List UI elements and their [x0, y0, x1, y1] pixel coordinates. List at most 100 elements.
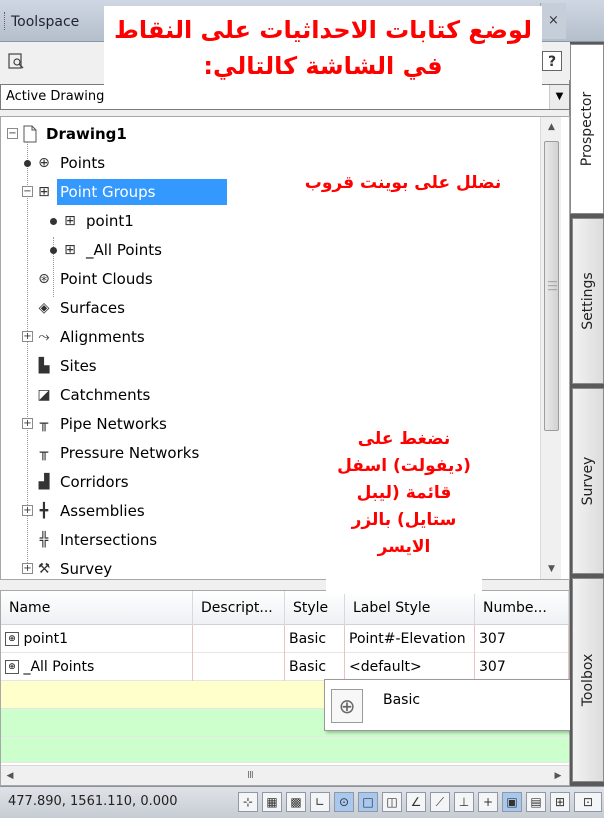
expand-icon[interactable]: +	[22, 505, 33, 516]
tree-item-label: Pipe Networks	[60, 415, 167, 433]
style-dropdown-list[interactable]: ⊕ Basic	[324, 679, 604, 731]
tree-item[interactable]: ▙ Sites	[1, 353, 531, 379]
chevron-down-icon[interactable]: ▼	[549, 85, 569, 109]
tree-item[interactable]: ◈ Surfaces	[1, 295, 531, 321]
tree-item-label: Corridors	[60, 473, 129, 491]
tab-toolbox[interactable]: Toolbox	[572, 578, 604, 782]
expand-icon[interactable]: +	[22, 563, 33, 574]
object-snap-tracking-icon[interactable]: ∠	[406, 792, 426, 812]
scroll-thumb[interactable]: ― ― ―	[544, 141, 559, 431]
dropdown-option-basic[interactable]: Basic	[383, 692, 420, 708]
grip-icon: ― ― ―	[548, 277, 557, 295]
annotation-monitor-icon[interactable]: ⊡	[574, 792, 602, 812]
drawing-icon	[21, 125, 39, 143]
bullet-icon	[24, 160, 31, 167]
tab-prospector[interactable]: Prospector	[570, 44, 604, 214]
side-tab-strip: Prospector Settings Survey Toolbox	[570, 42, 604, 786]
tree-item[interactable]: ◪ Catchments	[1, 382, 531, 408]
tree-item-label: Point Clouds	[60, 270, 153, 288]
scroll-right-icon[interactable]: ▶	[549, 766, 567, 785]
label-style-cell[interactable]: Point#-Elevation	[345, 625, 475, 653]
transparency-icon[interactable]: ▣	[502, 792, 522, 812]
catchments-icon: ◪	[37, 387, 51, 403]
coordinate-readout: 477.890, 1561.110, 0.000	[8, 794, 178, 809]
expand-icon[interactable]: +	[22, 418, 33, 429]
instruction-banner: لوضع كتابات الاحداثيات على النقاط في الش…	[104, 6, 542, 100]
instruction-line-2: في الشاشة كالتالي:	[203, 52, 443, 80]
tree-item-label: Surfaces	[60, 299, 125, 317]
tree-item-label: Sites	[60, 357, 97, 375]
tab-settings[interactable]: Settings	[572, 218, 604, 384]
grid-header: Name Descript... Style Label Style Numbe…	[1, 591, 569, 625]
tab-label: Toolbox	[580, 653, 596, 707]
tree-item[interactable]: ⊞ _All Points	[1, 237, 531, 263]
polar-tracking-icon[interactable]: ⊙	[334, 792, 354, 812]
description-cell	[193, 625, 285, 653]
scroll-up-icon[interactable]: ▲	[541, 117, 562, 137]
tree-item[interactable]: ⊞ point1	[1, 208, 531, 234]
style-icon: ⊕	[331, 689, 363, 723]
snap-mode-icon[interactable]: ▦	[262, 792, 282, 812]
grid-horizontal-scrollbar[interactable]: ◀ III ▶	[1, 765, 569, 785]
tree-item-label: Point Groups	[57, 179, 227, 205]
collapse-icon[interactable]: −	[22, 186, 33, 197]
tree-root-label: Drawing1	[46, 125, 127, 143]
point-group-icon: ⊕	[5, 660, 19, 674]
point-group-icon: ⊕	[5, 632, 19, 646]
collapse-icon[interactable]: −	[7, 128, 18, 139]
selection-cycling-icon[interactable]: ⊞	[550, 792, 570, 812]
close-button[interactable]: ×	[540, 3, 566, 39]
tree-root-drawing1[interactable]: − Drawing1	[1, 121, 531, 147]
instruction-label-style: نضغط على (ديفولت) اسفل قائمة (ليبل ستايل…	[326, 422, 482, 594]
scroll-down-icon[interactable]: ▼	[541, 559, 562, 579]
point-clouds-icon: ⊛	[38, 271, 50, 287]
instruction-select-point-groups: نضلل على بوينت قروب	[283, 166, 523, 200]
style-cell[interactable]: Basic	[285, 625, 345, 653]
help-icon[interactable]: ?	[542, 51, 562, 71]
scroll-left-icon[interactable]: ◀	[1, 766, 19, 785]
tab-label: Settings	[580, 272, 596, 330]
tree-vertical-scrollbar[interactable]: ▲ ― ― ― ▼	[540, 117, 561, 579]
preview-icon[interactable]	[6, 51, 26, 71]
grid-display-icon[interactable]: ▩	[286, 792, 306, 812]
tree-item-label: Points	[60, 154, 106, 172]
quick-properties-icon[interactable]: ▤	[526, 792, 546, 812]
label-style-cell[interactable]: <default>	[345, 653, 475, 681]
instruction-line: الايسر	[377, 537, 431, 557]
table-row[interactable]: ⊕ _All Points Basic <default> 307	[1, 653, 569, 681]
name-value: point1	[23, 631, 69, 647]
dynamic-input-icon[interactable]: ⊥	[454, 792, 474, 812]
name-cell: ⊕ _All Points	[1, 653, 193, 681]
3d-object-snap-icon[interactable]: ◫	[382, 792, 402, 812]
column-header-description[interactable]: Descript...	[193, 591, 285, 625]
tree-item-label: Survey	[60, 560, 113, 578]
dynamic-ucs-icon[interactable]: ⟋	[430, 792, 450, 812]
sites-icon: ▙	[38, 358, 50, 374]
instruction-line: ستايل) بالزر	[351, 510, 457, 530]
column-header-name[interactable]: Name	[1, 591, 193, 625]
infer-constraints-icon[interactable]: ⊹	[238, 792, 258, 812]
column-header-number[interactable]: Numbe...	[475, 591, 569, 625]
point-group-icon: ⊞	[64, 242, 76, 258]
style-cell[interactable]: Basic	[285, 653, 345, 681]
tab-survey[interactable]: Survey	[572, 388, 604, 574]
status-bar: 477.890, 1561.110, 0.000 ⊹ ▦ ▩ ∟ ⊙ □ ◫ ∠…	[0, 786, 604, 818]
expand-icon[interactable]: +	[22, 331, 33, 342]
drag-grip[interactable]	[4, 12, 6, 30]
pressure-networks-icon: ╥	[39, 445, 49, 461]
tree-item-label: Intersections	[60, 531, 158, 549]
column-header-style[interactable]: Style	[285, 591, 345, 625]
tree-item-label: _All Points	[86, 241, 162, 259]
column-header-label-style[interactable]: Label Style	[345, 591, 475, 625]
tree-item-label: Alignments	[60, 328, 145, 346]
tree-item[interactable]: + ⤳ Alignments	[1, 324, 531, 350]
ortho-mode-icon[interactable]: ∟	[310, 792, 330, 812]
tab-label: Survey	[580, 456, 596, 506]
tree-item[interactable]: ⊛ Point Clouds	[1, 266, 531, 292]
assemblies-icon: ╋	[39, 503, 49, 519]
bullet-icon	[50, 218, 57, 225]
pipe-networks-icon: ╥	[39, 416, 49, 432]
lineweight-icon[interactable]: +	[478, 792, 498, 812]
table-row[interactable]: ⊕ point1 Basic Point#-Elevation 307	[1, 625, 569, 653]
object-snap-icon[interactable]: □	[358, 792, 378, 812]
